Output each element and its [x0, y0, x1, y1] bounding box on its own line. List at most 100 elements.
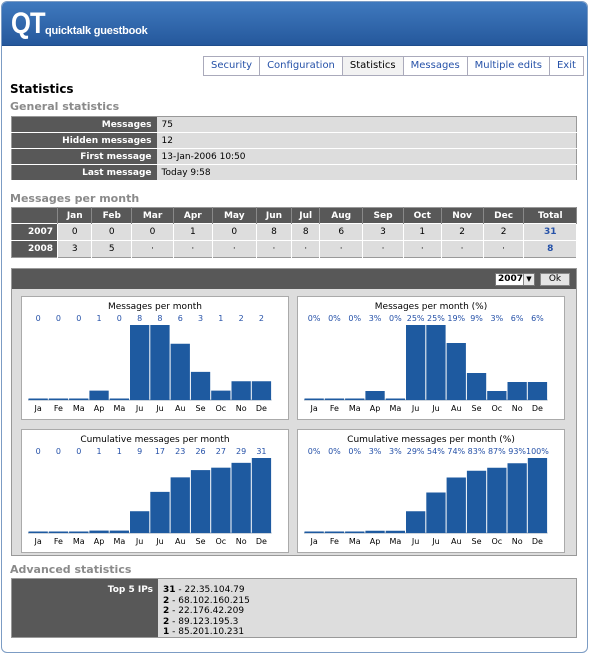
- tab-security[interactable]: Security: [204, 57, 261, 75]
- month-count: ·: [173, 240, 213, 258]
- chart-value-label: 0%: [389, 314, 402, 323]
- chart-bar: [190, 371, 211, 400]
- chart-bar: [466, 470, 487, 533]
- chart-category-label: Au: [451, 404, 462, 413]
- chart-bar: [324, 398, 345, 400]
- top-ips-label: Top 5 IPs: [12, 579, 158, 637]
- chart-category-label: De: [532, 404, 543, 413]
- tab-configuration[interactable]: Configuration: [260, 57, 343, 75]
- chart-category-label: Ma: [73, 537, 85, 546]
- top-ip-entry: 1 - 85.201.10.231: [163, 627, 250, 638]
- ip-separator: -: [169, 595, 179, 606]
- chart-category-label: De: [256, 537, 267, 546]
- chart-value-label: 54%: [427, 447, 445, 456]
- chart-category-label: Se: [472, 537, 482, 546]
- top-ip-entry: 2 - 89.123.195.3: [163, 617, 250, 628]
- chart-value-label: 3: [198, 314, 203, 323]
- chart-bar: [304, 531, 324, 533]
- chart-value-label: 3%: [369, 314, 382, 323]
- chevron-down-icon[interactable]: ▼: [523, 274, 534, 285]
- tab-multiple-edits[interactable]: Multiple edits: [468, 57, 550, 75]
- chart-category-label: Fe: [54, 537, 63, 546]
- bar-chart: 0% Ja 0% Fe 0% Ma 3% Ap 0% Ma 25% Ju 25% Ju 19% Au 9% Se 3…: [304, 314, 548, 413]
- ip-separator: -: [169, 627, 179, 637]
- chart-bar: [211, 390, 231, 400]
- chart-category-label: Ja: [34, 537, 42, 546]
- chart-bar: [365, 530, 385, 533]
- month-header: Sep: [362, 207, 405, 224]
- chart-value-label: 25%: [427, 314, 445, 323]
- year-total-link[interactable]: 8: [523, 240, 577, 258]
- chart-value-label: 1: [117, 447, 122, 456]
- year-row: 2008 3 5 · · · · · · · · · · 8: [11, 240, 577, 258]
- chart-category-label: Ma: [349, 537, 361, 546]
- app-name: quicktalk guestbook: [45, 25, 148, 37]
- chart-category-label: Ju: [135, 404, 143, 413]
- general-stat-row: Hidden messages 12: [11, 132, 577, 149]
- month-count: ·: [291, 240, 321, 258]
- chart-value-label: 100%: [526, 447, 549, 456]
- chart-value-label: 0%: [308, 314, 321, 323]
- chart-panel: Cumulative messages per month (%) 0% Ja 0% F…: [297, 429, 565, 553]
- chart-value-label: 83%: [468, 447, 486, 456]
- chart-bar: [446, 477, 466, 533]
- chart-bar: [251, 381, 272, 400]
- chart-value-label: 0%: [348, 447, 361, 456]
- ip-separator: -: [169, 606, 179, 616]
- chart-bar: [109, 398, 129, 400]
- ok-button[interactable]: Ok: [540, 273, 570, 286]
- chart-bar: [150, 325, 170, 400]
- month-count: 0: [212, 223, 257, 241]
- month-count: 1: [173, 223, 213, 241]
- chart-bar: [426, 492, 446, 533]
- tab-messages[interactable]: Messages: [404, 57, 468, 75]
- chart-bar: [28, 531, 48, 533]
- chart-value-label: 0: [76, 447, 81, 456]
- chart-bar: [304, 398, 324, 400]
- app-logo: QT: [11, 7, 46, 40]
- month-count: ·: [483, 240, 525, 258]
- header: QT quicktalk guestbook: [2, 2, 587, 46]
- chart-value-label: 23: [175, 447, 185, 456]
- year-select[interactable]: 2007 ▼: [495, 273, 535, 286]
- chart-value-label: 3%: [389, 447, 402, 456]
- chart-category-label: Ju: [411, 404, 419, 413]
- charts-panel: 2007 ▼ Ok Messages per month 0 Ja 0 Fe 0 Ma 1 Ap…: [11, 268, 577, 556]
- month-count: 3: [362, 223, 405, 241]
- chart-bar: [170, 477, 190, 533]
- general-stat-value: 13-Jan-2006 10:50: [156, 148, 577, 165]
- month-count: 8: [256, 223, 293, 241]
- chart-value-label: 0: [36, 447, 41, 456]
- chart-value-label: 0: [76, 314, 81, 323]
- month-count: ·: [319, 240, 364, 258]
- chart-category-label: Au: [175, 404, 186, 413]
- chart-value-label: 2: [239, 314, 244, 323]
- general-stat-row: Last message Today 9:58: [11, 164, 577, 181]
- tab-statistics[interactable]: Statistics: [342, 57, 404, 75]
- month-count: ·: [362, 240, 405, 258]
- chart-category-label: Ap: [94, 404, 105, 413]
- general-stat-value: 12: [156, 132, 577, 149]
- chart-value-label: 26: [195, 447, 205, 456]
- chart-category-label: De: [532, 537, 543, 546]
- chart-bar: [231, 381, 251, 400]
- general-stat-label: First message: [11, 148, 157, 165]
- chart-bar: [211, 467, 231, 533]
- chart-value-label: 0: [56, 314, 61, 323]
- chart-category-label: Oc: [215, 537, 226, 546]
- chart-bar: [487, 391, 507, 400]
- chart-bar: [527, 458, 548, 533]
- chart-category-label: No: [236, 404, 247, 413]
- messages-per-month-title: Messages per month: [10, 192, 140, 205]
- tab-exit[interactable]: Exit: [550, 57, 583, 75]
- general-stat-value: Today 9:58: [156, 164, 577, 181]
- chart-bar: [426, 325, 446, 400]
- chart-category-label: Ma: [113, 404, 125, 413]
- chart-value-label: 6%: [511, 314, 524, 323]
- chart-panel: Messages per month 0 Ja 0 Fe 0 Ma 1 Ap 0 Ma 8 Ju 8 Ju 6…: [21, 296, 289, 420]
- top-ip-entry: 2 - 22.176.42.209: [163, 606, 250, 617]
- month-count: 6: [319, 223, 364, 241]
- year-total-link[interactable]: 31: [523, 223, 577, 241]
- chart-bar: [324, 531, 345, 533]
- chart-bar: [385, 530, 405, 533]
